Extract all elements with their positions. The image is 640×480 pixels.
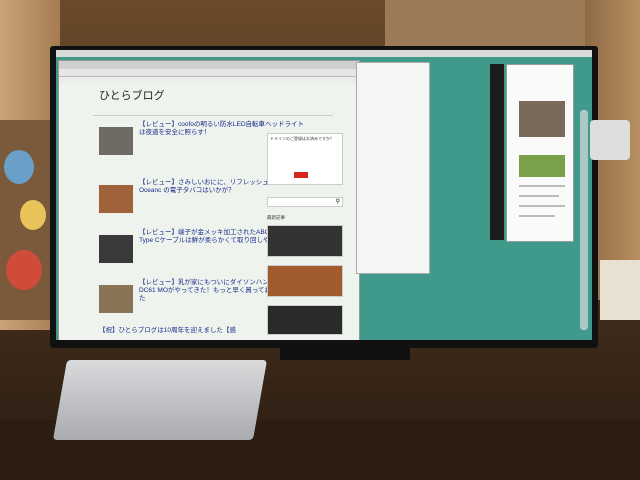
domain-ad-box[interactable]: ドメインのご登録はお済みですか？ <box>267 133 343 185</box>
recent-posts-label: 最新記事 <box>267 215 285 220</box>
browser-window: ひとらブログ 【レビュー】coofoの明るい防水LED自転車ヘッドライトは夜道を… <box>58 60 360 340</box>
article-title[interactable]: 【祝】ひとらブログは10周年を迎えました【感 <box>99 327 269 335</box>
article-thumbnail[interactable] <box>99 127 133 155</box>
shelf-object <box>590 120 630 160</box>
recent-post-thumbnail[interactable] <box>267 225 343 257</box>
search-icon[interactable]: ⚲ <box>336 198 340 205</box>
blog-sidebar: ドメインのご登録はお済みですか？ ⚲ 最新記事 <box>267 133 347 335</box>
twitter-timeline-window[interactable] <box>506 64 574 242</box>
domain-ad-title: ドメインのご登録はお済みですか？ <box>270 136 334 141</box>
recent-post-thumbnail[interactable] <box>267 305 343 335</box>
browser-address-bar[interactable] <box>59 69 359 77</box>
domain-ad-button[interactable] <box>294 172 308 178</box>
article-thumbnail[interactable] <box>99 185 133 213</box>
toy-figure <box>6 250 42 290</box>
monitor-screen: ひとらブログ 【レビュー】coofoの明るい防水LED自転車ヘッドライトは夜道を… <box>56 50 592 340</box>
card-object <box>600 260 640 320</box>
background-window[interactable] <box>356 62 430 274</box>
toy-figure <box>20 200 46 230</box>
browser-tabbar[interactable] <box>59 61 359 69</box>
laptop <box>52 360 268 440</box>
blog-page: ひとらブログ 【レビュー】coofoの明るい防水LED自転車ヘッドライトは夜道を… <box>59 83 359 340</box>
article-thumbnail[interactable] <box>99 235 133 263</box>
article-thumbnail[interactable] <box>99 285 133 313</box>
blog-nav[interactable] <box>93 107 333 116</box>
tweetdeck-sidebar <box>490 64 504 240</box>
macos-dock[interactable] <box>580 110 588 330</box>
recent-post-thumbnail[interactable] <box>267 265 343 297</box>
blog-title[interactable]: ひとらブログ <box>99 87 165 103</box>
macos-menubar <box>56 50 592 57</box>
tweet-image[interactable] <box>519 101 565 137</box>
tweet-image[interactable] <box>519 155 565 177</box>
toy-figure <box>4 150 34 184</box>
monitor-stand <box>280 348 410 360</box>
search-box[interactable]: ⚲ <box>267 197 343 207</box>
